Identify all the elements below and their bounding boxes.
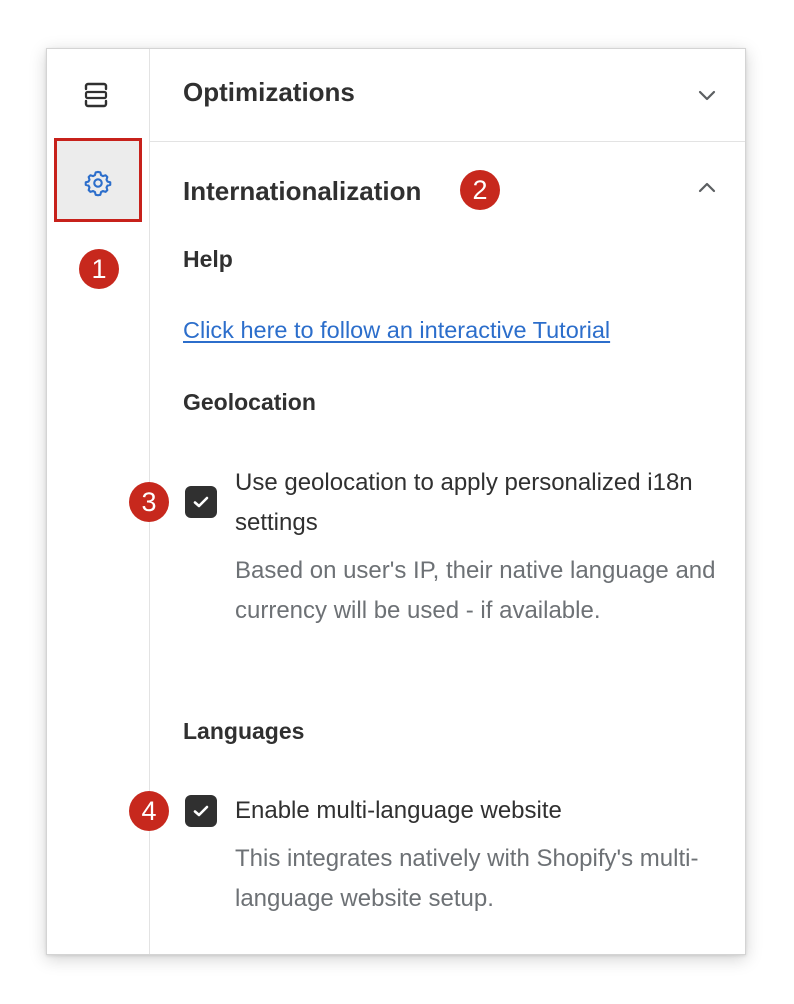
geolocation-label[interactable]: Use geolocation to apply personalized i1… — [235, 463, 725, 543]
annotation-badge-2: 2 — [460, 170, 500, 210]
chevron-up-icon[interactable] — [695, 176, 719, 200]
multi-language-help-text: This integrates natively with Shopify's … — [235, 845, 699, 912]
languages-heading: Languages — [183, 718, 305, 744]
gear-icon — [84, 170, 112, 197]
section-title-internationalization: Internationalization — [183, 176, 422, 206]
geolocation-help-text: Based on user's IP, their native languag… — [235, 557, 716, 624]
multi-language-label[interactable]: Enable multi-language website — [235, 791, 725, 831]
tutorial-link[interactable]: Click here to follow an interactive Tuto… — [183, 317, 610, 344]
multi-language-checkbox[interactable] — [185, 795, 217, 827]
annotation-badge-4: 4 — [129, 791, 169, 831]
section-optimizations[interactable]: Optimizations — [149, 49, 745, 142]
annotation-badge-3: 3 — [129, 482, 169, 522]
checkmark-icon — [193, 805, 209, 817]
geolocation-checkbox[interactable] — [185, 486, 217, 518]
sections-icon[interactable] — [82, 81, 110, 109]
chevron-down-icon[interactable] — [695, 83, 719, 107]
annotation-badge-1: 1 — [79, 249, 119, 289]
checkmark-icon — [193, 496, 209, 508]
section-title-optimizations: Optimizations — [183, 77, 355, 107]
settings-content: Optimizations Internationalization 2 Hel… — [129, 49, 745, 954]
help-heading: Help — [183, 246, 233, 272]
settings-tab[interactable] — [54, 138, 142, 222]
section-internationalization[interactable]: Internationalization — [149, 142, 745, 238]
geolocation-heading: Geolocation — [183, 389, 316, 415]
theme-editor-panel: 1 Optimizations Internationalization 2 H… — [46, 48, 746, 955]
